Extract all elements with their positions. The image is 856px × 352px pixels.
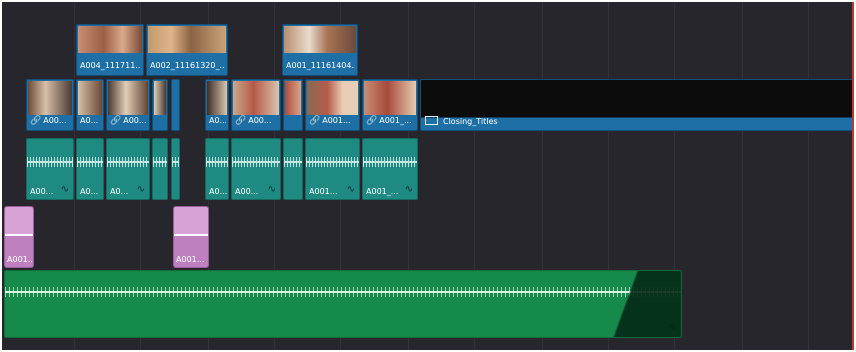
audio-waveform (306, 157, 359, 167)
clip-label: A002_11161320_... (150, 61, 225, 70)
clip-label: 🔗 A001_... (366, 116, 412, 126)
volume-curve-icon: ∿ (60, 184, 69, 195)
timeline-panel[interactable]: A004_111711... A002_11161320_... A001_11… (2, 2, 854, 350)
video-clip[interactable]: A002_11161320_... (146, 24, 228, 76)
link-icon: 🔗 (366, 116, 378, 126)
video-clip[interactable]: 🔗 A00... (26, 79, 74, 131)
audio-clip[interactable]: A00... ∿ (26, 138, 74, 200)
link-icon: 🔗 (235, 116, 247, 126)
volume-curve-icon: ∿ (346, 184, 355, 195)
audio-clip[interactable]: A001... ∿ (305, 138, 360, 200)
clip-thumbnail (364, 81, 416, 115)
audio-waveform (153, 157, 167, 167)
video-clip[interactable]: A001_11161404... (282, 24, 358, 76)
title-clip[interactable]: Closing_Titles (420, 79, 854, 131)
link-icon: 🔗 (30, 116, 42, 126)
clip-label: 🔗 A001... (309, 116, 351, 126)
clip-label: A0... (80, 116, 99, 125)
clip-thumbnail (108, 81, 148, 115)
video-clip[interactable] (283, 79, 303, 131)
clip-thumbnail (78, 81, 102, 115)
audio-waveform (206, 157, 228, 167)
video-clip[interactable] (171, 79, 180, 131)
audio-waveform (363, 157, 417, 167)
audio-clip[interactable]: A001_... ∿ (362, 138, 418, 200)
grid-line (742, 2, 743, 350)
audio-clip[interactable]: A001... (173, 206, 209, 268)
audio-clip[interactable] (152, 138, 168, 200)
clip-label (287, 115, 300, 127)
audio-waveform (77, 157, 103, 167)
volume-curve-icon: ∿ (404, 184, 413, 195)
clip-label: A001... (7, 255, 34, 264)
clip-thumbnail (154, 81, 166, 115)
link-icon: 🔗 (309, 116, 321, 126)
audio-waveform (27, 157, 73, 167)
link-icon: 🔗 (110, 116, 122, 126)
video-clip[interactable] (152, 79, 168, 131)
audio-clip[interactable]: A0... (205, 138, 229, 200)
clip-thumbnail (28, 81, 72, 115)
clip-label: Closing_Titles (425, 115, 498, 129)
playhead[interactable] (852, 2, 854, 350)
volume-curve-icon: ∿ (267, 184, 276, 195)
audio-waveform (172, 157, 179, 167)
audio-clip[interactable]: A0... (76, 138, 104, 200)
fade-out-handle[interactable] (591, 271, 681, 337)
audio-waveform (232, 157, 280, 167)
audio-waveform (107, 157, 149, 167)
audio-clip[interactable]: A00... ∿ (231, 138, 281, 200)
audio-centerline (5, 291, 681, 293)
clip-label: A00... (235, 187, 259, 196)
audio-clip[interactable]: A001... (4, 206, 34, 268)
video-clip[interactable]: 🔗 A001_... (362, 79, 418, 131)
video-clip[interactable]: 🔗 A00... (106, 79, 150, 131)
video-clip[interactable]: 🔗 A001... (305, 79, 360, 131)
clip-thumbnail (148, 26, 226, 53)
clip-label: 🔗 A00... (235, 116, 272, 126)
clip-thumbnail (285, 81, 301, 115)
video-clip[interactable]: A0... (205, 79, 229, 131)
clip-label: A001... (176, 255, 205, 264)
clip-label: A0... (209, 116, 226, 125)
clip-label: A001_11161404... (286, 61, 355, 70)
title-icon (425, 116, 438, 125)
audio-clip[interactable]: A0... ∿ (106, 138, 150, 200)
clip-label (156, 115, 165, 127)
clip-label (175, 115, 177, 127)
clip-thumbnail (233, 81, 279, 115)
clip-label: A001... (309, 187, 338, 196)
video-clip[interactable]: 🔗 A00... (231, 79, 281, 131)
clip-label: A0... (110, 187, 129, 196)
video-clip[interactable]: A004_111711... (76, 24, 144, 76)
volume-curve-icon: ∿ (136, 184, 145, 195)
clip-label: 🔗 A00... (30, 116, 67, 126)
grid-line (808, 2, 809, 350)
clip-thumbnail (78, 26, 142, 53)
video-clip[interactable]: A0... (76, 79, 104, 131)
clip-label: A0... (80, 187, 99, 196)
audio-waveform (284, 157, 302, 167)
clip-thumbnail (284, 26, 356, 53)
clip-label: A001_... (366, 187, 399, 196)
volume-curve-icon: ∿ (668, 322, 677, 333)
clip-label: 🔗 A00... (110, 116, 147, 126)
audio-clip[interactable] (283, 138, 303, 200)
clip-label: A00... (30, 187, 54, 196)
clip-thumbnail (307, 81, 358, 115)
audio-clip[interactable] (171, 138, 180, 200)
clip-label: A0... (209, 187, 228, 196)
music-clip[interactable]: ∿ (4, 270, 682, 338)
clip-thumbnail (207, 81, 227, 115)
clip-label: A004_111711... (80, 61, 141, 70)
